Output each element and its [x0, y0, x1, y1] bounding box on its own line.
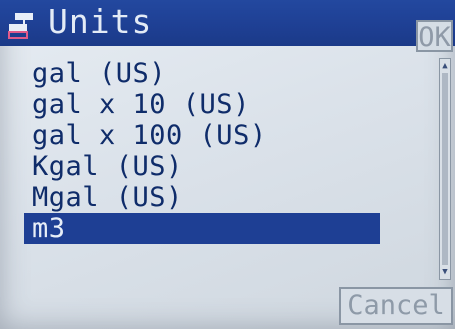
list-item[interactable]: gal x 10 (US) — [24, 89, 380, 120]
list-item[interactable]: gal x 100 (US) — [24, 120, 380, 151]
scrollbar[interactable]: ▲ ▼ — [439, 58, 451, 280]
list-item[interactable]: gal (US) — [24, 58, 380, 89]
list-item[interactable]: Kgal (US) — [24, 151, 380, 182]
list-item[interactable]: Mgal (US) — [24, 182, 380, 213]
scroll-down-arrow-icon[interactable]: ▼ — [441, 267, 449, 277]
ok-button[interactable]: OK — [416, 20, 453, 52]
network-icon — [8, 13, 33, 39]
device-screen: Units OK gal (US) gal x 10 (US) gal x 10… — [0, 0, 455, 329]
window-title: Units — [48, 2, 153, 41]
list-item-selected[interactable]: m3 — [24, 213, 380, 244]
scroll-thumb[interactable] — [442, 73, 448, 265]
scroll-up-arrow-icon[interactable]: ▲ — [441, 61, 449, 71]
cancel-button[interactable]: Cancel — [339, 287, 453, 325]
units-list: gal (US) gal x 10 (US) gal x 100 (US) Kg… — [24, 58, 380, 244]
title-bar: Units — [0, 0, 455, 46]
